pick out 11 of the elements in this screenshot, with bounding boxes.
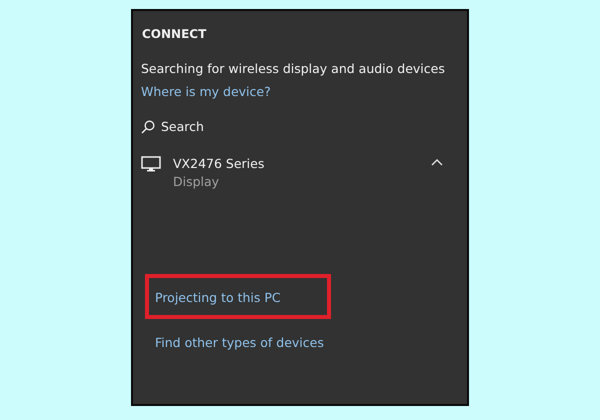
device-name[interactable]: VX2476 Series <box>173 156 264 171</box>
option-link[interactable]: Projecting to this PC <box>155 290 281 305</box>
option-link[interactable]: Find other types of devices <box>155 335 324 350</box>
search-icon <box>141 120 155 134</box>
search-button[interactable]: Search <box>141 119 204 134</box>
panel-title: CONNECT <box>142 27 206 41</box>
device-type: Display <box>173 174 220 189</box>
help-link[interactable]: Where is my device? <box>141 84 271 99</box>
chevron-up-icon[interactable] <box>431 158 443 166</box>
status-text: Searching for wireless display and audio devices <box>141 61 445 76</box>
monitor-icon <box>141 156 161 172</box>
